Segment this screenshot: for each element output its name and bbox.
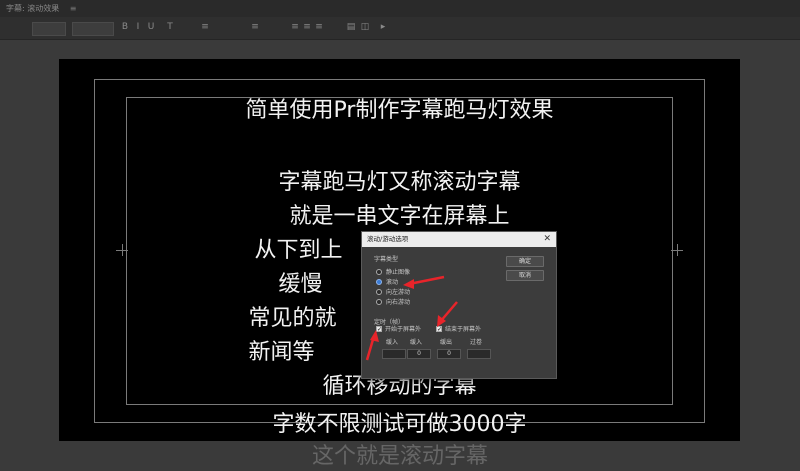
align-right-icon[interactable]: ≡ [314, 22, 324, 33]
preroll-label: 缓入 [386, 339, 399, 346]
postroll-field[interactable] [467, 349, 491, 359]
leading-icon[interactable]: ≡ [250, 22, 260, 33]
ease-out-field[interactable]: 0 [437, 349, 461, 359]
dialog-title-bar: 滚动/游动选项 ✕ [362, 232, 556, 247]
subtitle-line: 就是一串文字在屏幕上 [289, 204, 510, 229]
roll-crawl-options-dialog: 滚动/游动选项 ✕ 字幕类型 静止图像 滚动 向左游动 向右游动 确定 取消 定… [361, 231, 557, 379]
dialog-title: 滚动/游动选项 [367, 235, 409, 243]
ease-in-field[interactable]: 0 [407, 349, 431, 359]
close-icon[interactable]: ✕ [543, 232, 551, 247]
subtitle-line: 字幕跑马灯又称滚动字幕 [278, 170, 521, 195]
end-offscreen-label: 结束于屏幕外 [445, 326, 482, 333]
radio-crawl-right[interactable] [376, 299, 382, 305]
title-bar: 字幕: 滚动效果 ≡ [0, 0, 800, 17]
radio-roll[interactable] [376, 279, 382, 285]
timing-label: 定时（帧） [374, 319, 405, 326]
window-title: 字幕: 滚动效果 [6, 4, 60, 13]
radio-label-still: 静止图像 [386, 269, 411, 276]
cancel-button[interactable]: 取消 [506, 270, 544, 281]
ok-button[interactable]: 确定 [506, 256, 544, 267]
panel-menu-icon[interactable]: ≡ [70, 4, 77, 13]
font-size-icon[interactable]: T [165, 22, 175, 33]
align-center-icon[interactable]: ≡ [302, 22, 312, 33]
radio-label-crawl-left: 向左游动 [386, 289, 411, 296]
toolbar: B I U T ≡ ≡ ≡ ≡ ≡ ▤ ◫ ▸ [0, 17, 800, 40]
subtitle-line: 字数不限测试可做3000字 [272, 412, 527, 437]
background-video-icon[interactable]: ◫ [360, 22, 370, 33]
playhead-icon[interactable]: ▸ [378, 22, 388, 33]
center-mark-right-v [677, 244, 678, 256]
postroll-label: 过卷 [470, 339, 483, 346]
preroll-field[interactable] [382, 349, 406, 359]
radio-label-crawl-right: 向右游动 [386, 299, 411, 306]
kerning-icon[interactable]: ≡ [200, 22, 210, 33]
title-type-label: 字幕类型 [374, 256, 399, 263]
italic-icon[interactable]: I [133, 22, 143, 33]
start-offscreen-checkbox[interactable]: ✓ [376, 326, 382, 333]
ease-in-label: 缓入 [410, 339, 423, 346]
bold-icon[interactable]: B [120, 22, 130, 33]
scrolling-subtitle-preview: 这个就是滚动字幕 [311, 444, 488, 469]
radio-label-roll: 滚动 [386, 279, 399, 286]
radio-crawl-left[interactable] [376, 289, 382, 295]
font-style-dropdown[interactable] [72, 22, 114, 36]
radio-still[interactable] [376, 269, 382, 275]
end-offscreen-checkbox[interactable]: ✓ [436, 326, 442, 333]
font-family-dropdown[interactable] [32, 22, 66, 36]
start-offscreen-label: 开始于屏幕外 [385, 326, 422, 333]
ease-out-label: 缓出 [440, 339, 453, 346]
tab-stops-icon[interactable]: ▤ [346, 22, 356, 33]
align-left-icon[interactable]: ≡ [290, 22, 300, 33]
subtitle-line: 简单使用Pr制作字幕跑马灯效果 [245, 98, 554, 123]
underline-icon[interactable]: U [146, 22, 156, 33]
